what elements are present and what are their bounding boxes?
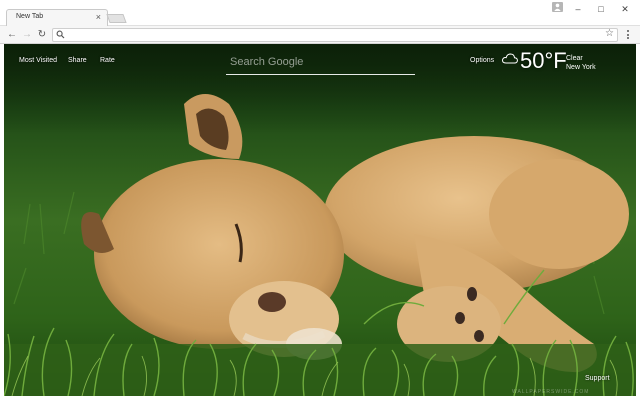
forward-button[interactable]: →: [21, 29, 33, 41]
rate-link[interactable]: Rate: [100, 57, 115, 64]
search-icon: [56, 30, 65, 39]
weather-location: New York: [566, 64, 596, 71]
watermark: WALLPAPERSWIDE.COM: [512, 389, 590, 395]
cloud-icon: [502, 53, 518, 64]
support-link[interactable]: Support: [585, 375, 610, 382]
close-window-button[interactable]: ✕: [619, 3, 631, 15]
title-bar: New Tab × – □ ✕: [0, 0, 640, 26]
temperature-value: 50°F: [520, 48, 567, 73]
maximize-button[interactable]: □: [595, 3, 607, 15]
tab-title: New Tab: [16, 13, 44, 20]
search-underline: [226, 74, 415, 75]
weather-condition: Clear: [566, 55, 583, 62]
temperature-unit: F: [553, 48, 567, 73]
new-tab-button[interactable]: [106, 14, 127, 23]
tab-new-tab[interactable]: New Tab ×: [6, 9, 108, 26]
profile-icon[interactable]: [552, 2, 563, 12]
address-bar[interactable]: ☆: [52, 28, 618, 42]
back-button[interactable]: ←: [6, 29, 18, 41]
most-visited-link[interactable]: Most Visited: [19, 57, 57, 64]
menu-icon[interactable]: [624, 29, 632, 41]
bookmark-star-icon[interactable]: ☆: [605, 28, 614, 39]
browser-toolbar: ← → ↻ ☆: [0, 26, 640, 44]
search-input[interactable]: Search Google: [230, 56, 303, 68]
share-link[interactable]: Share: [68, 57, 87, 64]
tab-close-icon[interactable]: ×: [96, 12, 101, 22]
lion-cub-wallpaper: [4, 44, 636, 396]
new-tab-page: Most Visited Share Rate Search Google Op…: [4, 44, 636, 396]
weather-widget[interactable]: Clear New York: [566, 54, 596, 72]
minimize-button[interactable]: –: [572, 3, 584, 15]
reload-button[interactable]: ↻: [36, 29, 48, 41]
options-link[interactable]: Options: [470, 57, 494, 64]
